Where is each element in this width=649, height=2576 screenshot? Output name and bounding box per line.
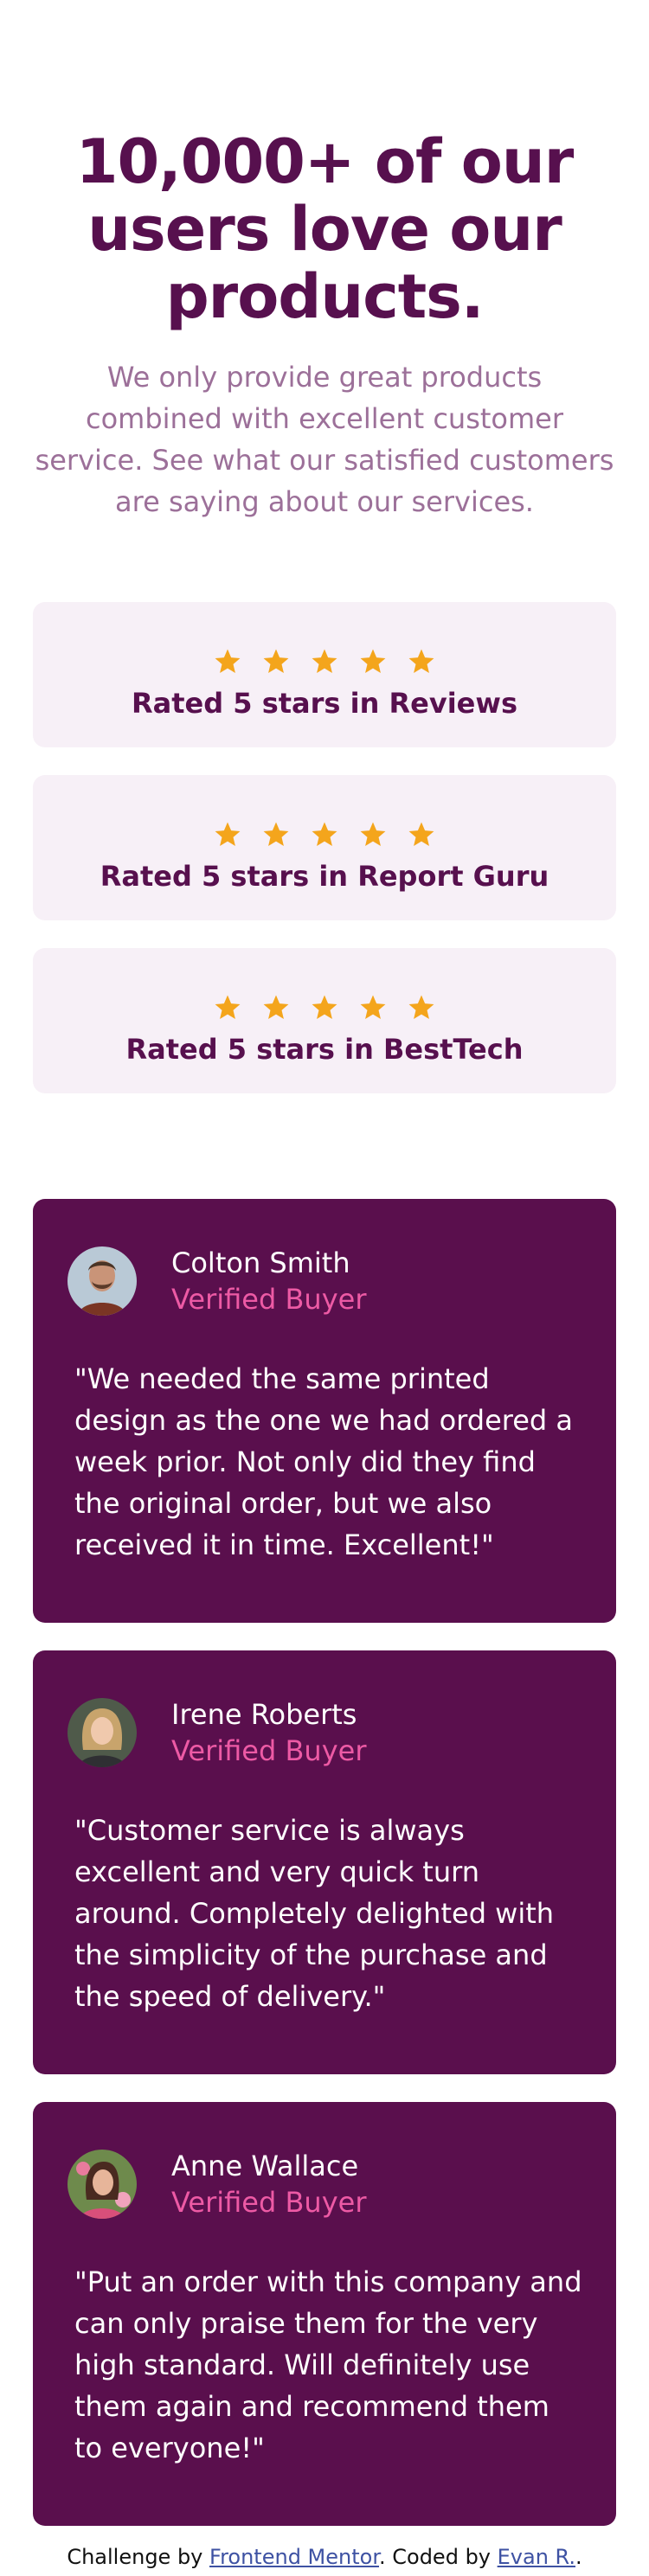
star-icon <box>215 995 241 1020</box>
author-link[interactable]: Evan R. <box>498 2545 575 2569</box>
testimonial-quote: "Put an order with this company and can … <box>74 2265 582 2464</box>
verified-badge: Verified Buyer <box>171 1734 367 1767</box>
star-rating <box>33 820 616 849</box>
star-icon <box>408 822 434 847</box>
page-title: 10,000+ of our users love our products. <box>75 126 575 332</box>
star-icon <box>360 649 386 674</box>
verified-badge: Verified Buyer <box>171 1283 367 1316</box>
star-icon <box>360 822 386 847</box>
star-icon <box>312 649 337 674</box>
star-icon <box>215 649 241 674</box>
avatar <box>67 1246 137 1316</box>
avatar <box>67 2150 137 2219</box>
star-icon <box>360 995 386 1020</box>
reviewer-name: Anne Wallace <box>171 2150 359 2182</box>
reviewer-name: Colton Smith <box>171 1246 350 1279</box>
star-icon <box>215 822 241 847</box>
star-icon <box>408 649 434 674</box>
star-icon <box>263 649 289 674</box>
rating-card-besttech: Rated 5 stars in BestTech <box>33 948 616 1093</box>
rating-label: Rated 5 stars in Reviews <box>132 687 517 720</box>
testimonial-quote: "Customer service is always excellent an… <box>74 1814 555 2013</box>
attribution-footer: Challenge by Frontend Mentor. Coded by E… <box>0 2543 649 2571</box>
star-rating <box>33 647 616 676</box>
rating-label: Rated 5 stars in BestTech <box>125 1033 524 1066</box>
testimonial-card-irene: Irene Roberts Verified Buyer "Customer s… <box>33 1650 616 2074</box>
page: 10,000+ of our users love our products. … <box>0 0 649 2576</box>
testimonial-card-colton: Colton Smith Verified Buyer "We needed t… <box>33 1199 616 1623</box>
rating-card-reviews: Rated 5 stars in Reviews <box>33 602 616 747</box>
frontend-mentor-link[interactable]: Frontend Mentor <box>209 2545 379 2569</box>
rating-card-report-guru: Rated 5 stars in Report Guru <box>33 775 616 920</box>
verified-badge: Verified Buyer <box>171 2186 367 2219</box>
rating-label: Rated 5 stars in Report Guru <box>100 860 549 893</box>
footer-prefix: Challenge by <box>67 2545 210 2569</box>
star-icon <box>312 822 337 847</box>
star-icon <box>263 995 289 1020</box>
reviewer-name: Irene Roberts <box>171 1698 357 1731</box>
testimonial-quote: "We needed the same printed design as th… <box>74 1362 573 1561</box>
footer-suffix: . <box>575 2545 582 2569</box>
footer-middle: . Coded by <box>379 2545 498 2569</box>
testimonial-card-anne: Anne Wallace Verified Buyer "Put an orde… <box>33 2102 616 2526</box>
star-icon <box>263 822 289 847</box>
star-icon <box>408 995 434 1020</box>
page-description: We only provide great products combined … <box>35 361 614 518</box>
star-icon <box>312 995 337 1020</box>
star-rating <box>33 993 616 1022</box>
avatar <box>67 1698 137 1767</box>
